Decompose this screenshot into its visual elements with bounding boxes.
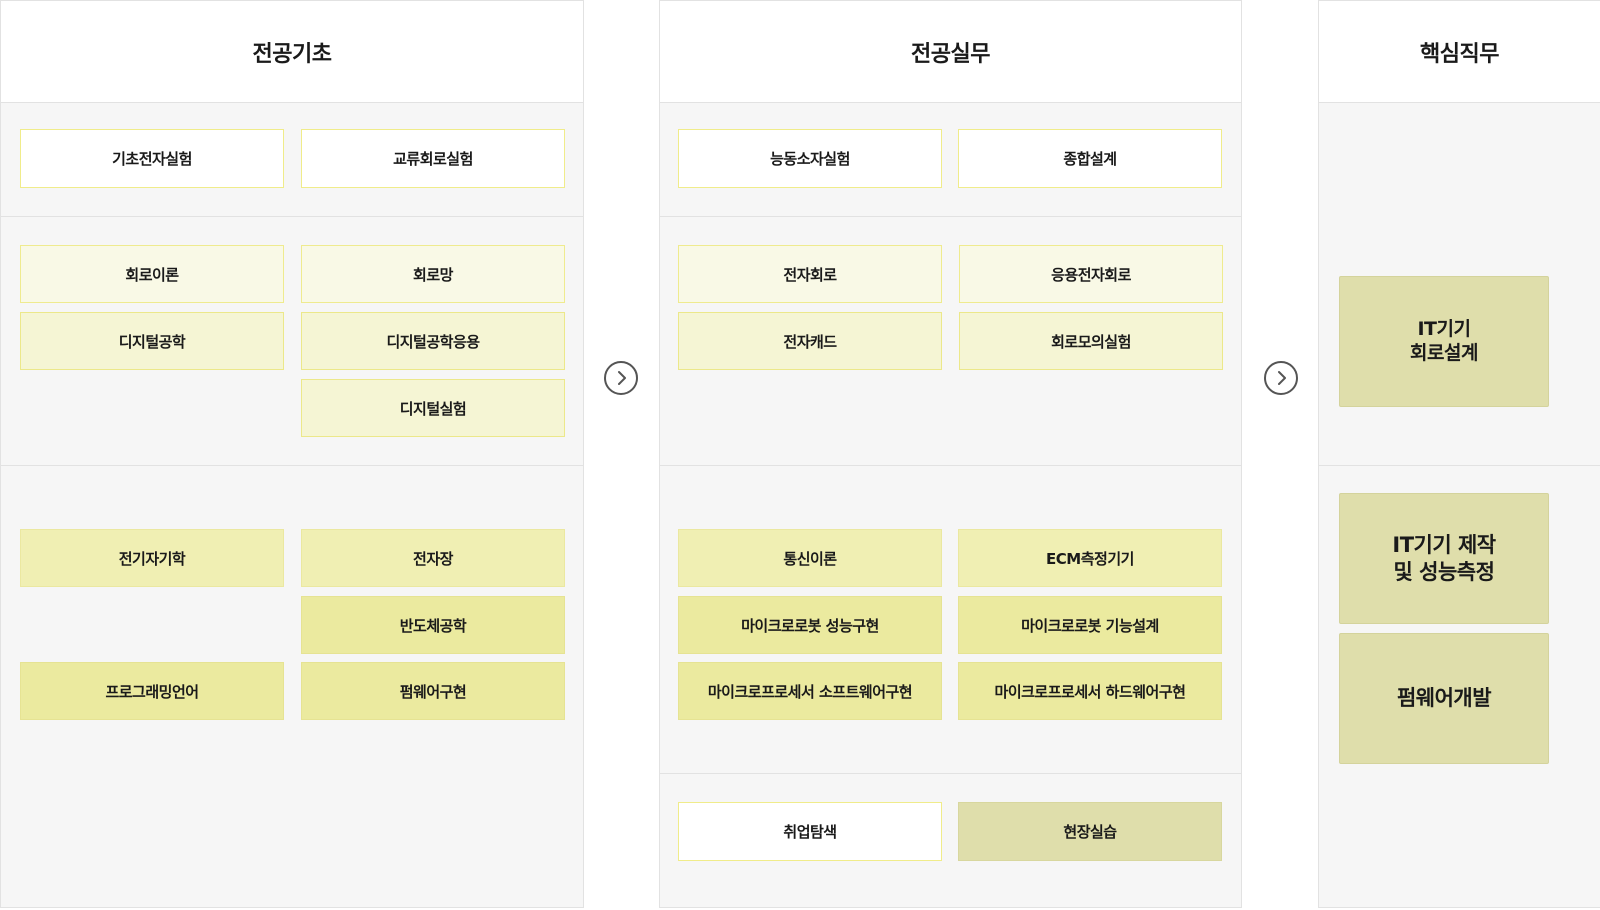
course-box[interactable]: 능동소자실험 [678, 129, 942, 188]
divider [1319, 465, 1600, 466]
chevron-right-circle-icon [1264, 361, 1298, 395]
course-box[interactable]: 회로모의실험 [959, 312, 1223, 370]
core-job-box[interactable]: 펌웨어개발 [1339, 633, 1549, 764]
divider [660, 465, 1241, 466]
course-box[interactable]: 반도체공학 [301, 596, 565, 654]
column-title: 전공기초 [1, 1, 583, 103]
column-title: 전공실무 [660, 1, 1241, 103]
course-box[interactable]: 통신이론 [678, 529, 942, 587]
course-box[interactable]: 디지털공학 [20, 312, 284, 370]
course-box[interactable]: 기초전자실험 [20, 129, 284, 188]
course-box[interactable]: 전기자기학 [20, 529, 284, 587]
course-box[interactable]: 마이크로로봇 성능구현 [678, 596, 942, 654]
course-box[interactable]: 응용전자회로 [959, 245, 1223, 303]
chevron-right-circle-icon [604, 361, 638, 395]
course-box[interactable]: 종합설계 [958, 129, 1222, 188]
column-foundation: 전공기초 기초전자실험 교류회로실험 회로이론 회로망 디지털공학 디지털공학응… [0, 0, 584, 908]
course-box[interactable]: 마이크로프로세서 소프트웨어구현 [678, 662, 942, 720]
course-box[interactable]: 회로망 [301, 245, 565, 303]
core-job-box[interactable]: IT기기 제작 및 성능측정 [1339, 493, 1549, 624]
course-box[interactable]: 교류회로실험 [301, 129, 565, 188]
course-box[interactable]: 마이크로로봇 기능설계 [958, 596, 1222, 654]
course-box[interactable]: 전자캐드 [678, 312, 942, 370]
course-box[interactable]: 취업탐색 [678, 802, 942, 861]
course-box[interactable]: 전자장 [301, 529, 565, 587]
course-box[interactable]: 펌웨어구현 [301, 662, 565, 720]
column-practice: 전공실무 능동소자실험 종합설계 전자회로 응용전자회로 전자캐드 회로모의실험… [659, 0, 1242, 908]
core-job-box[interactable]: IT기기 회로설계 [1339, 276, 1549, 407]
course-box[interactable]: 디지털공학응용 [301, 312, 565, 370]
course-box[interactable]: ECM측정기기 [958, 529, 1222, 587]
course-box[interactable]: 전자회로 [678, 245, 942, 303]
divider [1, 216, 583, 217]
course-box[interactable]: 프로그래밍언어 [20, 662, 284, 720]
divider [1, 465, 583, 466]
course-box[interactable]: 현장실습 [958, 802, 1222, 861]
course-box[interactable]: 디지털실험 [301, 379, 565, 437]
divider [660, 773, 1241, 774]
course-box[interactable]: 회로이론 [20, 245, 284, 303]
column-core-jobs: 핵심직무 IT기기 회로설계 IT기기 제작 및 성능측정 펌웨어개발 [1318, 0, 1600, 908]
course-box[interactable]: 마이크로프로세서 하드웨어구현 [958, 662, 1222, 720]
column-title: 핵심직무 [1319, 1, 1600, 103]
divider [660, 216, 1241, 217]
